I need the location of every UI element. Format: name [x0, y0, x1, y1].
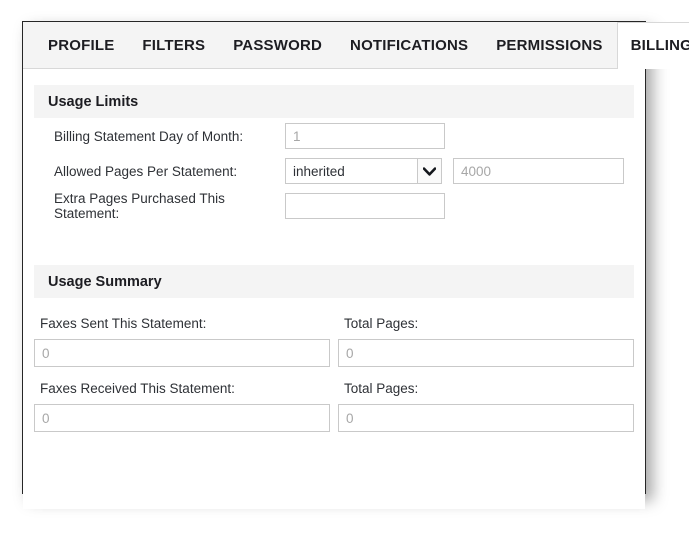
faxes-sent-group: Faxes Sent This Statement:	[34, 316, 330, 367]
tab-filters[interactable]: FILTERS	[128, 22, 219, 68]
usage-summary-header: Usage Summary	[34, 265, 634, 298]
usage-limits-fields: Billing Statement Day of Month: Allowed …	[23, 119, 645, 223]
billing-day-input[interactable]	[285, 123, 445, 149]
faxes-received-input[interactable]	[34, 404, 330, 432]
usage-summary-fields: Faxes Sent This Statement: Total Pages: …	[23, 316, 645, 432]
faxes-received-pages-label: Total Pages:	[344, 381, 419, 396]
faxes-received-label: Faxes Received This Statement:	[40, 381, 235, 396]
tab-billing-label: BILLING	[630, 37, 689, 54]
tab-notifications[interactable]: NOTIFICATIONS	[336, 22, 482, 68]
billing-day-row: Billing Statement Day of Month:	[34, 119, 634, 153]
faxes-sent-pages-input[interactable]	[338, 339, 634, 367]
billing-day-label: Billing Statement Day of Month:	[54, 128, 244, 144]
faxes-received-pages-group: Total Pages:	[338, 381, 634, 432]
faxes-received-row: Faxes Received This Statement: Total Pag…	[34, 381, 634, 432]
faxes-sent-label: Faxes Sent This Statement:	[40, 316, 207, 331]
allowed-pages-select[interactable]: inherited	[285, 158, 442, 184]
tab-permissions-label: PERMISSIONS	[496, 37, 603, 54]
tab-notifications-label: NOTIFICATIONS	[350, 37, 469, 54]
tab-billing[interactable]: BILLING	[616, 22, 689, 69]
extra-pages-label: Extra Pages Purchased This Statement:	[54, 191, 225, 221]
settings-window: PROFILE FILTERS PASSWORD NOTIFICATIONS P…	[22, 21, 689, 509]
tab-password[interactable]: PASSWORD	[219, 22, 336, 68]
extra-pages-row: Extra Pages Purchased This Statement:	[34, 189, 634, 223]
faxes-sent-pages-label: Total Pages:	[344, 316, 419, 331]
faxes-sent-row: Faxes Sent This Statement: Total Pages:	[34, 316, 634, 367]
tab-permissions[interactable]: PERMISSIONS	[482, 22, 616, 68]
screenshot-stage: PROFILE FILTERS PASSWORD NOTIFICATIONS P…	[0, 0, 689, 536]
billing-panel: Usage Limits Billing Statement Day of Mo…	[23, 85, 645, 509]
chevron-down-icon[interactable]	[417, 159, 441, 183]
allowed-pages-label: Allowed Pages Per Statement:	[54, 163, 238, 179]
usage-summary-title: Usage Summary	[48, 273, 162, 290]
faxes-received-pages-input[interactable]	[338, 404, 634, 432]
tab-password-label: PASSWORD	[233, 37, 323, 54]
tab-profile[interactable]: PROFILE	[34, 22, 128, 68]
tab-filters-label: FILTERS	[142, 37, 206, 54]
tab-profile-label: PROFILE	[48, 37, 115, 54]
usage-limits-header: Usage Limits	[34, 85, 634, 118]
faxes-sent-input[interactable]	[34, 339, 330, 367]
extra-pages-input[interactable]	[285, 193, 445, 219]
allowed-pages-row: Allowed Pages Per Statement: inherited	[34, 154, 634, 188]
usage-limits-title: Usage Limits	[48, 93, 139, 110]
allowed-pages-inherited-input[interactable]	[453, 158, 624, 184]
tab-bar: PROFILE FILTERS PASSWORD NOTIFICATIONS P…	[23, 22, 689, 69]
faxes-sent-pages-group: Total Pages:	[338, 316, 634, 367]
faxes-received-group: Faxes Received This Statement:	[34, 381, 330, 432]
